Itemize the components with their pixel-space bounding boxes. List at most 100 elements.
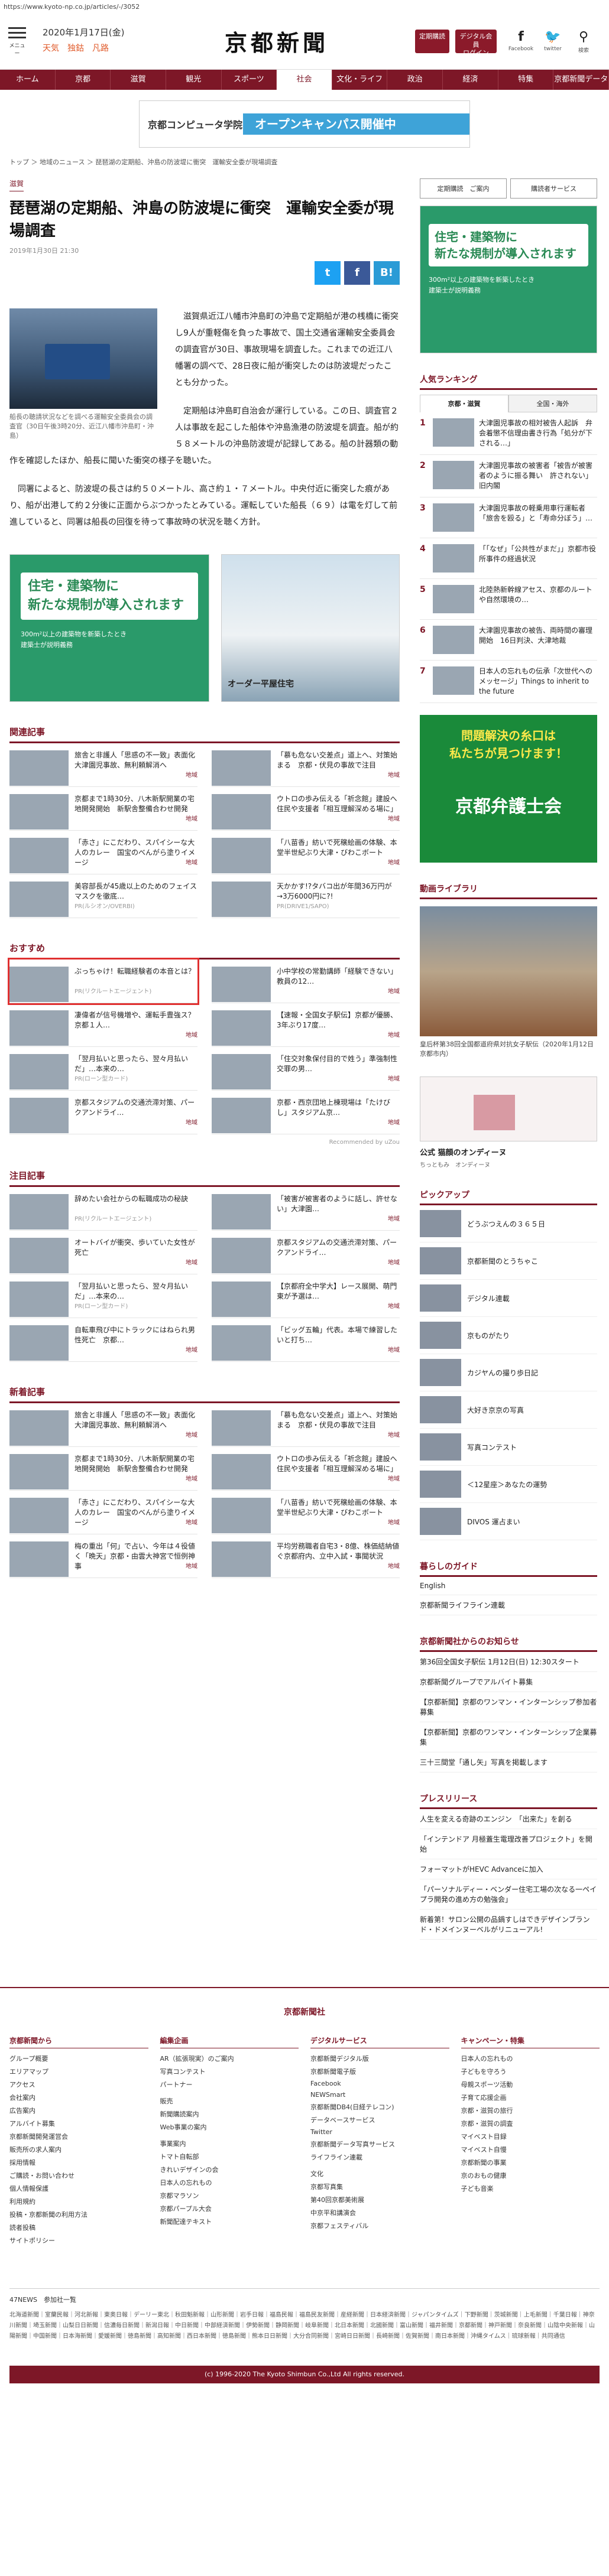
article-card-title[interactable]: オートバイが衝突、歩いていた女性が死亡 [74, 1238, 197, 1258]
nav-politics[interactable]: 政治 [387, 70, 443, 90]
twitter-share-button[interactable]: t [315, 261, 341, 285]
rank-title[interactable]: 大津園児事故の被害者「被告が被害者のように振る舞い 許されない」旧内閣 [479, 461, 597, 491]
article-card[interactable]: 「八苗香」紡いで死穣絵画の体験、本堂半世紀ぶり大津・びわこボート 地域 [212, 831, 400, 874]
pickup-item[interactable]: 京ものがたり [420, 1317, 597, 1354]
article-card-title[interactable]: 旅舎と非護人「思惑の不一致」表面化 大津園児事故、無利頼解消へ [74, 750, 202, 770]
article-thumbnail[interactable] [9, 1194, 69, 1230]
article-card[interactable]: 旅舎と非護人「思惑の不一致」表面化 大津園児事故、無利頼解消へ 地域 [9, 743, 202, 787]
ranking-item[interactable]: 4 「「なぜ」「公共性がまだ」」京都市役所事件の経過状況 [420, 538, 597, 579]
search-button[interactable]: ⚲ 検索 [569, 28, 598, 54]
article-thumbnail[interactable] [9, 1010, 69, 1046]
article-card-title[interactable]: 辞めたい会社からの転職成功の秘訣 [74, 1194, 197, 1204]
regulation-ad[interactable]: 住宅・建築物に 新たな規制が導入されます 300m²以上の建築物を新築したとき … [9, 554, 209, 702]
footer-link[interactable]: 子どもを守ろう [461, 2065, 600, 2078]
rank-thumbnail[interactable] [433, 626, 474, 654]
notice-link[interactable]: 第36回全国女子駅伝 1月12日(日) 12:30スタート [420, 1652, 597, 1672]
footer-link[interactable]: AR（拡張現実）のご案内 [160, 2052, 299, 2065]
footer-link[interactable]: 写真コンテスト [160, 2065, 299, 2078]
article-card-title[interactable]: 旅舎と非護人「思惑の不一致」表面化 大津園児事故、無利頼解消へ [74, 1410, 202, 1430]
article-card[interactable]: 京都まで1時30分、八木新駅開業の宅地開発開始 新駅舎整備合わせ開発 地域 [9, 787, 197, 831]
pickup-item[interactable]: 京都新聞のとうちゃこ [420, 1243, 597, 1280]
address-bar[interactable]: https://www.kyoto-np.co.jp/articles/-/30… [0, 0, 609, 14]
footer-link[interactable]: 新聞購読案内 [160, 2107, 299, 2120]
article-thumbnail[interactable] [9, 1410, 69, 1446]
article-card-title[interactable]: 京都まで1時30分、八木新駅開業の宅地開発開始 新駅舎整備合わせ開発 [74, 1454, 197, 1474]
article-thumbnail[interactable] [9, 1098, 69, 1133]
footer-link[interactable]: Facebook [310, 2078, 449, 2089]
footer-link[interactable]: 個人情報保護 [9, 2182, 148, 2195]
article-card[interactable]: 平均労務職者自宅3・8億、株価結納値ぐ京都府内、立中入試・事聞状況 地域 [212, 1534, 400, 1578]
footer-link[interactable]: 第40回京都美術展 [310, 2193, 449, 2206]
article-card[interactable]: 小中学校の常勤講師「経験できない」 教員の12… 地域 [212, 960, 401, 1003]
footer-link[interactable]: 会社案内 [9, 2091, 148, 2104]
article-thumbnail[interactable] [9, 838, 69, 873]
article-card-title[interactable]: 京都まで1時30分、八木新駅開業の宅地開発開始 新駅舎整備合わせ開発 [74, 794, 197, 814]
article-card-title[interactable]: 「被害が被害者のように話し、許せない」大津園… [277, 1194, 400, 1214]
footer-link[interactable]: 利用規約 [9, 2195, 148, 2208]
footer-link[interactable]: 販売所の求人案内 [9, 2143, 148, 2156]
rank-thumbnail[interactable] [433, 544, 474, 573]
pickup-item[interactable]: 写真コンテスト [420, 1429, 597, 1466]
article-card-title[interactable]: 【速報・全国女子駅伝】京都が優勝、3年ぶり17度… [277, 1010, 400, 1030]
footer-link[interactable]: NEWSmart [310, 2089, 449, 2100]
footer-link[interactable]: 京都新聞の事業 [461, 2156, 600, 2169]
tab-national[interactable]: 全国・海外 [508, 395, 597, 412]
footer-link[interactable]: 日本人の忘れもの [160, 2176, 299, 2189]
footer-link[interactable]: マイベスト目録 [461, 2130, 600, 2143]
article-card-title[interactable]: 自転車飛び中にトラックにはねられ男性死亡 京都… [74, 1325, 197, 1345]
footer-link[interactable]: サイトポリシー [9, 2234, 148, 2247]
article-thumbnail[interactable] [9, 1238, 69, 1273]
ranking-item[interactable]: 1 大津園児事故の相対被告人起訴 弁会着懲不信理由書き行為「処分が下される…」 [420, 412, 597, 455]
rank-title[interactable]: 「「なぜ」「公共性がまだ」」京都市役所事件の経過状況 [479, 544, 597, 573]
sidebar-service-button[interactable]: 購読者サービス [510, 178, 597, 199]
article-card[interactable]: 辞めたい会社からの転職成功の秘訣 PR(リクルートエージェント) [9, 1187, 197, 1231]
article-card[interactable]: 「ビッグ五輪」代表。本場で練習したいと打ち… 地域 [212, 1318, 400, 1362]
article-thumbnail[interactable] [212, 1325, 271, 1361]
footer-link[interactable]: 京都新聞DB4(日経テレコン) [310, 2100, 449, 2113]
article-thumbnail[interactable] [212, 1194, 271, 1230]
footer-link[interactable]: 広告案内 [9, 2104, 148, 2117]
nav-kyoto[interactable]: 京都 [56, 70, 111, 90]
article-thumbnail[interactable] [212, 882, 271, 917]
article-card-title[interactable]: ぶっちゃけ！転職経験者の本音とは？ [74, 967, 197, 977]
footer-link[interactable]: エリアマップ [9, 2065, 148, 2078]
footer-link[interactable]: トマト自転部 [160, 2150, 299, 2163]
article-card-title[interactable]: 「赤さ」にこだわり、スパイシーな大人のカレー 国宝のべんがら塗りイメージ [74, 1498, 197, 1528]
article-card-title[interactable]: 「八苗香」紡いで死穣絵画の体験、本堂半世紀ぶり大津・びわこボート [277, 1498, 400, 1518]
article-card-title[interactable]: 「翌月払いと思ったら、翌々月払いだ」…本来の… [74, 1282, 197, 1302]
rank-thumbnail[interactable] [433, 666, 474, 695]
article-thumbnail[interactable] [9, 794, 69, 830]
footer-link[interactable]: 中京平和講演会 [310, 2206, 449, 2219]
article-card-title[interactable]: 京都スタジアムの交通渋滞対策、パークアンドライ… [277, 1238, 400, 1258]
article-card[interactable]: 自転車飛び中にトラックにはねられ男性死亡 京都… 地域 [9, 1318, 197, 1362]
article-card-title[interactable]: 美容部長が45歳以上のためのフェイスマスクを徹底… [74, 882, 197, 902]
footer-link[interactable]: ご購読・お問い合わせ [9, 2169, 148, 2182]
article-photo[interactable] [9, 308, 157, 409]
footer-link[interactable]: 京都・滋賀の旅行 [461, 2104, 600, 2117]
rank-thumbnail[interactable] [433, 503, 474, 532]
site-logo[interactable]: 京都新聞 [225, 25, 329, 57]
footer-link[interactable]: 事業案内 [160, 2137, 299, 2150]
footer-link[interactable]: きれいデザインの会 [160, 2163, 299, 2176]
pickup-item[interactable]: DIVOS 運占まい [420, 1503, 597, 1540]
guide-link[interactable]: 京都新聞ライフライン連載 [420, 1595, 597, 1615]
article-thumbnail[interactable] [212, 1098, 271, 1133]
ranking-item[interactable]: 7 日本人の忘れもの伝承「次世代へのメッセージ」Things to inherit… [420, 661, 597, 703]
rank-thumbnail[interactable] [433, 585, 474, 613]
pickup-thumbnail[interactable] [420, 1284, 461, 1312]
sidebar-subscribe-button[interactable]: 定期購読 ご案内 [420, 178, 507, 199]
article-card[interactable]: 天かかす!?タバコ出が年間36万円が→3万6000円に?! PR(DRIVE1/S… [212, 874, 400, 918]
footer-link[interactable]: 採用情報 [9, 2156, 148, 2169]
press-link[interactable]: 「パーソナルディー・ベンダー住宅工場の次なる一ペイプラ開発の進め方の勉強会」 [420, 1879, 597, 1910]
article-thumbnail[interactable] [212, 1282, 271, 1317]
article-thumbnail[interactable] [212, 1010, 271, 1046]
article-card[interactable]: 旅舎と非護人「思惑の不一致」表面化 大津園児事故、無利頼解消へ 地域 [9, 1403, 202, 1447]
footer-link[interactable]: 母親スポーツ活動 [461, 2078, 600, 2091]
pickup-title[interactable]: DIVOS 運占まい [467, 1517, 520, 1527]
pickup-item[interactable]: どうぶつえんの３６５日 [420, 1205, 597, 1243]
article-card[interactable]: 京都まで1時30分、八木新駅開業の宅地開発開始 新駅舎整備合わせ開発 地域 [9, 1447, 197, 1491]
article-card[interactable]: 凄偉者が信号機増や、運転手豊強ス？ 京都１人… 地域 [9, 1003, 202, 1047]
pickup-thumbnail[interactable] [420, 1508, 461, 1535]
article-card-title[interactable]: 凄偉者が信号機増や、運転手豊強ス？ 京都１人… [74, 1010, 202, 1030]
recommend-credit[interactable]: Recommended by uZou [9, 1139, 400, 1146]
